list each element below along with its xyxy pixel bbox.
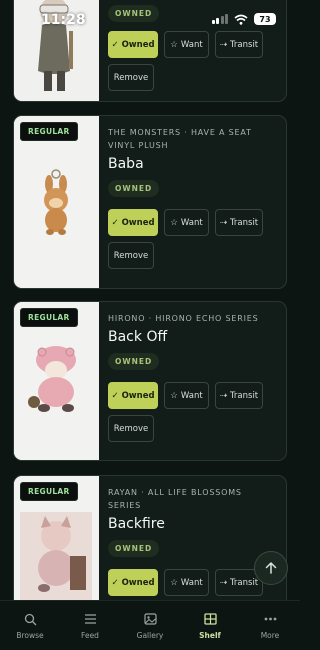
owned-label: Owned (121, 390, 155, 401)
star-icon: ☆ (170, 217, 178, 228)
status-badge: OWNED (108, 540, 160, 557)
figure-card[interactable]: REGULAR HIRONO · HIRONO ECHO SERIES Back… (13, 301, 287, 461)
figure-name: Backfire (108, 516, 165, 532)
want-label: Want (180, 390, 203, 401)
tab-gallery[interactable]: Gallery (120, 601, 180, 650)
want-label: Want (180, 39, 203, 50)
remove-button[interactable]: Remove (108, 64, 154, 91)
figure-card[interactable]: REGULAR RAYAN · ALL LIFE BLOSSOMS SERIES… (13, 475, 287, 600)
transit-button[interactable]: ⇢ Transit (215, 382, 263, 409)
figure-illustration (14, 0, 99, 101)
shelf-list[interactable]: OWNED ✓ Owned ☆ Want ⇢ Transit Remove RE… (0, 0, 300, 600)
figure-card[interactable]: OWNED ✓ Owned ☆ Want ⇢ Transit Remove (13, 0, 287, 102)
want-button[interactable]: ☆ Want (164, 31, 209, 58)
tab-label: Gallery (136, 631, 164, 640)
figure-image: REGULAR (14, 116, 99, 288)
check-icon: ✓ (111, 39, 119, 50)
arrow-up-icon (265, 562, 277, 574)
tab-browse[interactable]: Browse (0, 601, 60, 650)
transit-icon: ⇢ (219, 39, 227, 50)
want-button[interactable]: ☆ Want (164, 382, 209, 409)
transit-button[interactable]: ⇢ Transit (215, 209, 263, 236)
search-icon (24, 613, 36, 625)
gallery-icon (143, 613, 157, 625)
figure-card[interactable]: REGULAR THE MONSTERS · HAVE A SEAT VINYL… (13, 115, 287, 289)
owned-button[interactable]: ✓ Owned (108, 569, 158, 596)
want-button[interactable]: ☆ Want (164, 209, 209, 236)
status-badge: OWNED (108, 180, 160, 197)
star-icon: ☆ (170, 390, 178, 401)
scroll-top-button[interactable] (254, 551, 288, 585)
owned-button[interactable]: ✓ Owned (108, 31, 158, 58)
status-badge: OWNED (108, 353, 160, 370)
transit-label: Transit (229, 390, 259, 401)
star-icon: ☆ (170, 577, 178, 588)
more-icon (264, 617, 276, 621)
owned-button[interactable]: ✓ Owned (108, 209, 158, 236)
figure-illustration (14, 116, 99, 288)
status-badge: OWNED (108, 5, 160, 22)
series-label: HIRONO · HIRONO ECHO SERIES (108, 314, 259, 323)
want-button[interactable]: ☆ Want (164, 569, 209, 596)
transit-icon: ⇢ (219, 217, 227, 228)
transit-button[interactable]: ⇢ Transit (215, 31, 263, 58)
tab-more[interactable]: More (240, 601, 300, 650)
want-label: Want (180, 577, 203, 588)
star-icon: ☆ (170, 39, 178, 50)
remove-button[interactable]: Remove (108, 242, 154, 269)
figure-name: Baba (108, 156, 144, 172)
tab-bar: Browse Feed Gallery Shelf More (0, 600, 300, 650)
check-icon: ✓ (111, 390, 119, 401)
transit-icon: ⇢ (219, 390, 227, 401)
check-icon: ✓ (111, 217, 119, 228)
want-label: Want (180, 217, 203, 228)
figure-image (14, 0, 99, 101)
tab-feed[interactable]: Feed (60, 601, 120, 650)
tab-label: Shelf (199, 631, 221, 640)
regular-badge: REGULAR (20, 308, 78, 327)
owned-label: Owned (121, 217, 155, 228)
remove-button[interactable]: Remove (108, 415, 154, 442)
transit-label: Transit (229, 39, 259, 50)
regular-badge: REGULAR (20, 482, 78, 501)
shelf-icon (203, 613, 217, 625)
transit-label: Transit (229, 217, 259, 228)
owned-label: Owned (121, 577, 155, 588)
series-label: THE MONSTERS · HAVE A SEAT VINYL PLUSH (108, 128, 252, 150)
transit-label: Transit (229, 577, 259, 588)
tab-label: Feed (81, 631, 99, 640)
tab-label: Browse (16, 631, 44, 640)
regular-badge: REGULAR (20, 122, 78, 141)
feed-icon (84, 614, 96, 624)
transit-icon: ⇢ (219, 577, 227, 588)
owned-label: Owned (121, 39, 155, 50)
figure-image: REGULAR (14, 476, 99, 600)
figure-name: Back Off (108, 329, 168, 345)
tab-shelf[interactable]: Shelf (180, 601, 240, 650)
tab-label: More (260, 631, 280, 640)
check-icon: ✓ (111, 577, 119, 588)
figure-image: REGULAR (14, 302, 99, 460)
series-label: RAYAN · ALL LIFE BLOSSOMS SERIES (108, 488, 242, 510)
owned-button[interactable]: ✓ Owned (108, 382, 158, 409)
